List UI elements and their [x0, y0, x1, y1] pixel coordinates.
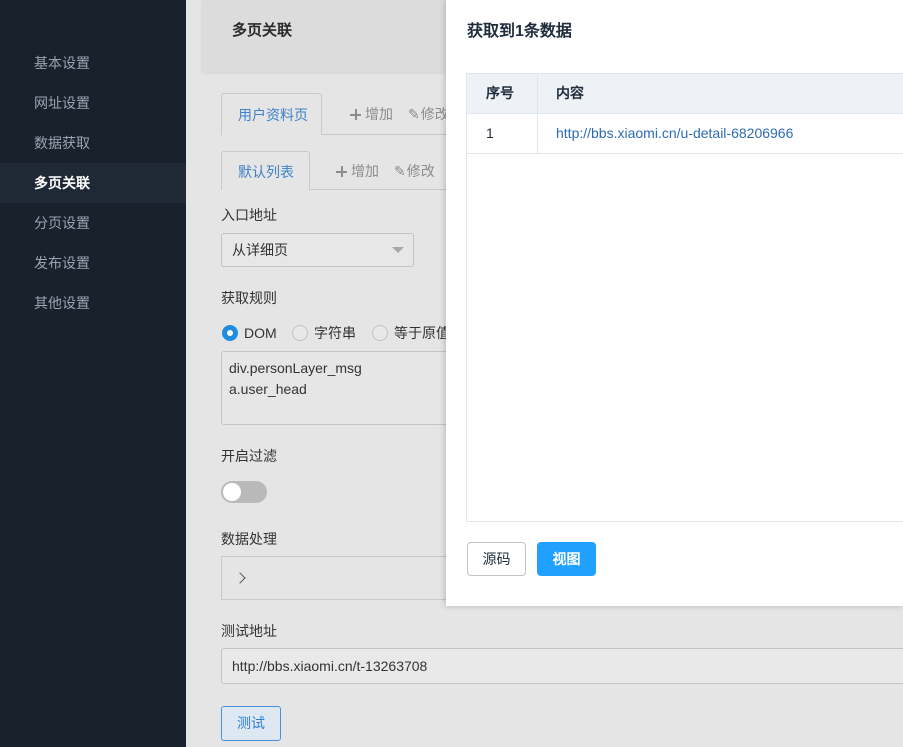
plus-icon — [350, 109, 361, 120]
tab-default-list[interactable]: 默认列表 — [221, 151, 310, 190]
row-index-cell: 1 — [467, 114, 538, 153]
rule-radio-original-value[interactable]: 等于原值 — [372, 325, 450, 341]
pencil-icon — [394, 163, 407, 179]
dialog-title: 获取到1条数据 — [467, 23, 572, 40]
column-header-index: 序号 — [467, 74, 538, 113]
sidebar-item-multipage-link[interactable]: 多页关联 — [0, 163, 186, 203]
result-table: 序号 内容 1 http://bbs.xiaomi.cn/u-detail-68… — [466, 73, 903, 522]
radio-circle — [372, 325, 388, 341]
entry-address-select[interactable]: 从详细页 — [221, 233, 414, 267]
filter-label: 开启过滤 — [221, 448, 277, 464]
page-tab-add-button[interactable]: 增加 — [350, 104, 393, 124]
result-dialog: 获取到1条数据 序号 内容 1 http://bbs.xiaomi.cn/u-d… — [446, 0, 903, 606]
plus-icon — [336, 166, 347, 177]
fetch-rule-label: 获取规则 — [221, 290, 277, 306]
data-processing-label: 数据处理 — [221, 531, 277, 547]
sidebar-item-other-settings[interactable]: 其他设置 — [0, 283, 186, 323]
chevron-right-icon — [234, 572, 246, 584]
page-tab-add-label: 增加 — [365, 106, 393, 122]
tab-user-profile-page[interactable]: 用户资料页 — [221, 93, 322, 135]
sidebar: 基本设置 网址设置 数据获取 多页关联 分页设置 发布设置 其他设置 — [0, 0, 186, 747]
entry-address-value: 从详细页 — [232, 242, 288, 258]
page-tab-edit-button[interactable]: 修改 — [408, 104, 449, 124]
radio-circle — [292, 325, 308, 341]
test-url-label: 测试地址 — [221, 623, 277, 639]
sidebar-item-publish-settings[interactable]: 发布设置 — [0, 243, 186, 283]
chevron-down-icon — [392, 247, 404, 253]
test-button[interactable]: 测试 — [221, 706, 281, 741]
list-tab-add-label: 增加 — [351, 163, 379, 179]
table-view-button[interactable]: 视图 — [537, 542, 596, 576]
sidebar-item-url-settings[interactable]: 网址设置 — [0, 83, 186, 123]
sidebar-item-pagination-settings[interactable]: 分页设置 — [0, 203, 186, 243]
page-tab-edit-label: 修改 — [420, 106, 449, 122]
filter-toggle-switch[interactable] — [221, 481, 267, 503]
list-tab-add-button[interactable]: 增加 — [336, 161, 379, 181]
list-tab-edit-label: 修改 — [406, 163, 435, 179]
rule-radio-string[interactable]: 字符串 — [292, 325, 356, 341]
column-header-content: 内容 — [556, 85, 584, 101]
rule-radio-dom-label: DOM — [244, 325, 277, 341]
rule-radio-original-value-label: 等于原值 — [394, 325, 450, 341]
row-content-cell: http://bbs.xiaomi.cn/u-detail-68206966 — [538, 114, 903, 153]
entry-address-label: 入口地址 — [221, 207, 277, 223]
test-url-input[interactable] — [221, 648, 903, 684]
sidebar-item-basic-settings[interactable]: 基本设置 — [0, 43, 186, 83]
list-tab-edit-button[interactable]: 修改 — [394, 161, 435, 181]
page-title: 多页关联 — [232, 22, 293, 39]
source-view-button[interactable]: 源码 — [467, 542, 526, 576]
table-header-row: 序号 内容 — [467, 74, 903, 114]
pencil-icon — [408, 106, 421, 122]
rule-radio-dom[interactable]: DOM — [222, 325, 277, 341]
result-url-link[interactable]: http://bbs.xiaomi.cn/u-detail-68206966 — [556, 125, 793, 141]
radio-circle — [222, 325, 238, 341]
table-row: 1 http://bbs.xiaomi.cn/u-detail-68206966 — [467, 114, 903, 154]
sidebar-item-data-fetch[interactable]: 数据获取 — [0, 123, 186, 163]
toggle-knob — [223, 483, 241, 501]
rule-radio-string-label: 字符串 — [314, 325, 356, 341]
